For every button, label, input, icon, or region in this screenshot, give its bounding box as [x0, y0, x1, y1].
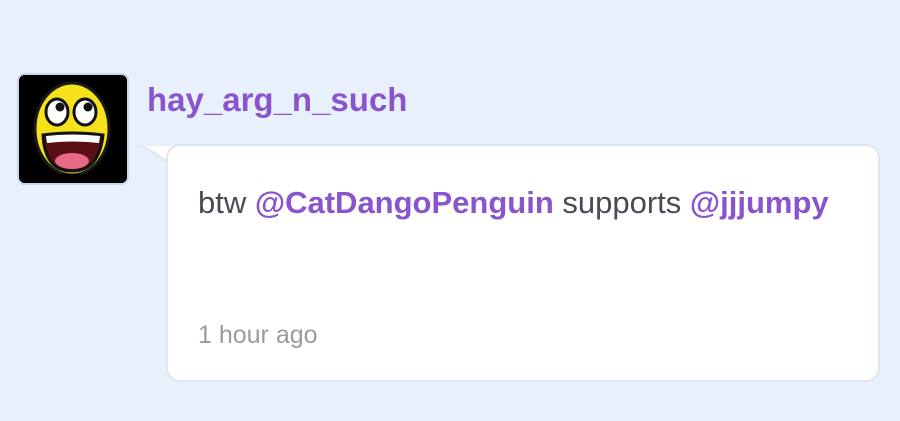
mention-link-jjjumpy[interactable]: @jjjumpy: [690, 185, 829, 220]
smiley-face-icon: [19, 75, 127, 183]
avatar[interactable]: [17, 73, 129, 185]
comment-text-middle: supports: [562, 185, 682, 220]
comment-text-prefix: btw: [198, 185, 247, 220]
comment-text: btw @CatDangoPenguin supports @jjjumpy: [198, 174, 838, 232]
comment-item: hay_arg_n_such btw @CatDangoPenguin supp…: [0, 0, 900, 421]
timestamp: 1 hour ago: [198, 321, 318, 349]
mention-link-catdangopenguin[interactable]: @CatDangoPenguin: [255, 185, 554, 220]
comment-bubble: btw @CatDangoPenguin supports @jjjumpy 1…: [166, 144, 880, 382]
username-link[interactable]: hay_arg_n_such: [147, 78, 407, 122]
